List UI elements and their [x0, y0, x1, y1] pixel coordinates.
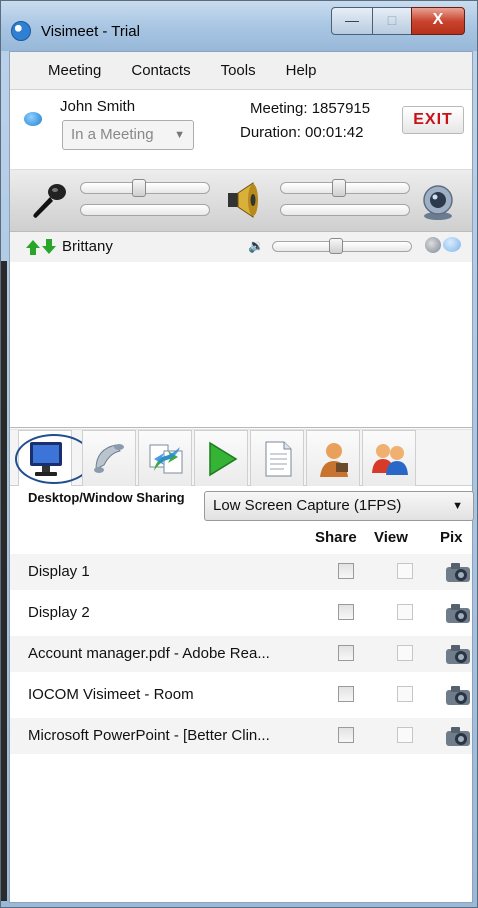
status-value: In a Meeting: [71, 126, 154, 143]
window-title: Visimeet - Trial: [41, 23, 140, 40]
video-area: [10, 262, 472, 427]
share-checkbox[interactable]: [338, 563, 354, 579]
sharing-header: Desktop/Window Sharing Low Screen Captur…: [10, 488, 474, 534]
visimeet-app-icon: [11, 21, 31, 41]
maximize-button[interactable]: □: [372, 7, 412, 35]
user-panel: John Smith In a Meeting ▼ Meeting: 18579…: [10, 90, 472, 170]
camera-icon[interactable]: [444, 601, 474, 625]
menu-contacts[interactable]: Contacts: [131, 62, 190, 79]
tab-telephone[interactable]: [82, 430, 136, 486]
view-checkbox[interactable]: [397, 563, 413, 579]
speaker-icon[interactable]: [225, 180, 267, 220]
tool-tab-strip: [10, 430, 472, 486]
camera-icon[interactable]: [444, 683, 474, 707]
arrow-down-icon: [42, 239, 56, 254]
app-window: Visimeet - Trial — □ X Meeting Contacts …: [0, 0, 478, 908]
telephone-icon: [94, 444, 124, 473]
speaker-level-meter: [280, 204, 410, 216]
close-button[interactable]: X: [411, 7, 465, 35]
item-label: Display 2: [28, 604, 90, 621]
chevron-down-icon: ▼: [452, 500, 463, 512]
arrow-up-icon: [26, 240, 40, 255]
view-checkbox[interactable]: [397, 604, 413, 620]
sharing-title: Desktop/Window Sharing: [28, 490, 185, 505]
duration-row: Duration: 00:01:42: [240, 124, 363, 141]
volume-icon: 🔉: [248, 238, 265, 253]
meeting-label: Meeting:: [250, 100, 308, 117]
item-label: Display 1: [28, 563, 90, 580]
microphone-icon[interactable]: [28, 182, 68, 220]
view-checkbox[interactable]: [397, 645, 413, 661]
title-bar[interactable]: Visimeet - Trial — □ X: [1, 1, 477, 51]
share-checkbox[interactable]: [338, 686, 354, 702]
view-checkbox[interactable]: [397, 686, 413, 702]
menu-meeting[interactable]: Meeting: [48, 62, 101, 79]
item-label: Account manager.pdf - Adobe Rea...: [28, 645, 270, 662]
capture-mode-dropdown[interactable]: Low Screen Capture (1FPS) ▼: [204, 491, 474, 521]
menu-tools[interactable]: Tools: [221, 62, 256, 79]
list-item[interactable]: IOCOM Visimeet - Room: [10, 677, 472, 713]
tab-people[interactable]: [362, 430, 416, 486]
tab-document[interactable]: [250, 430, 304, 486]
presenter-icon: [320, 443, 348, 477]
window-edge: [1, 261, 7, 901]
item-label: IOCOM Visimeet - Room: [28, 686, 194, 703]
item-label: Microsoft PowerPoint - [Better Clin...: [28, 727, 270, 744]
chevron-down-icon: ▼: [174, 129, 185, 141]
list-item[interactable]: Display 2: [10, 595, 472, 631]
webcam-icon[interactable]: [418, 182, 458, 222]
tab-presenter[interactable]: [306, 430, 360, 486]
participant-camera-icon[interactable]: [425, 237, 441, 253]
mic-slider-thumb[interactable]: [132, 179, 147, 197]
tab-play[interactable]: [194, 430, 248, 486]
column-header-view: View: [374, 529, 408, 546]
capture-mode-value: Low Screen Capture (1FPS): [213, 497, 402, 514]
mic-level-meter: [80, 204, 210, 216]
menu-help[interactable]: Help: [286, 62, 317, 79]
column-header-pix: Pix: [440, 529, 463, 546]
list-item[interactable]: Display 1: [10, 554, 472, 590]
view-checkbox[interactable]: [397, 727, 413, 743]
camera-icon[interactable]: [444, 560, 474, 584]
share-checkbox[interactable]: [338, 604, 354, 620]
share-checkbox[interactable]: [338, 727, 354, 743]
transfer-icon: [149, 444, 183, 474]
exit-button[interactable]: EXIT: [402, 106, 464, 134]
client-area: Meeting Contacts Tools Help John Smith I…: [9, 51, 474, 903]
chat-bubble-icon[interactable]: [24, 112, 42, 126]
meeting-id-row: Meeting: 1857915: [250, 100, 370, 117]
menu-bar: Meeting Contacts Tools Help: [10, 52, 472, 90]
participant-name: Brittany: [62, 238, 113, 255]
participant-chat-icon[interactable]: [443, 237, 461, 252]
document-icon: [265, 441, 292, 477]
user-name: John Smith: [60, 98, 136, 115]
camera-icon[interactable]: [444, 724, 474, 748]
duration-label: Duration:: [240, 124, 301, 141]
list-item[interactable]: Microsoft PowerPoint - [Better Clin...: [10, 718, 472, 754]
media-controls: [10, 170, 472, 232]
speaker-slider-thumb[interactable]: [332, 179, 347, 197]
column-header-share: Share: [315, 529, 357, 546]
meeting-id: 1857915: [311, 100, 371, 117]
duration-value: 00:01:42: [305, 124, 364, 141]
share-checkbox[interactable]: [338, 645, 354, 661]
status-dropdown[interactable]: In a Meeting ▼: [62, 120, 194, 150]
tab-transfer[interactable]: [138, 430, 192, 486]
participant-row[interactable]: Brittany 🔉: [10, 232, 472, 262]
list-item[interactable]: Account manager.pdf - Adobe Rea...: [10, 636, 472, 672]
participant-volume-thumb[interactable]: [328, 238, 343, 254]
play-icon: [209, 441, 238, 477]
people-icon: [372, 444, 408, 475]
minimize-button[interactable]: —: [331, 7, 373, 35]
camera-icon[interactable]: [444, 642, 474, 666]
